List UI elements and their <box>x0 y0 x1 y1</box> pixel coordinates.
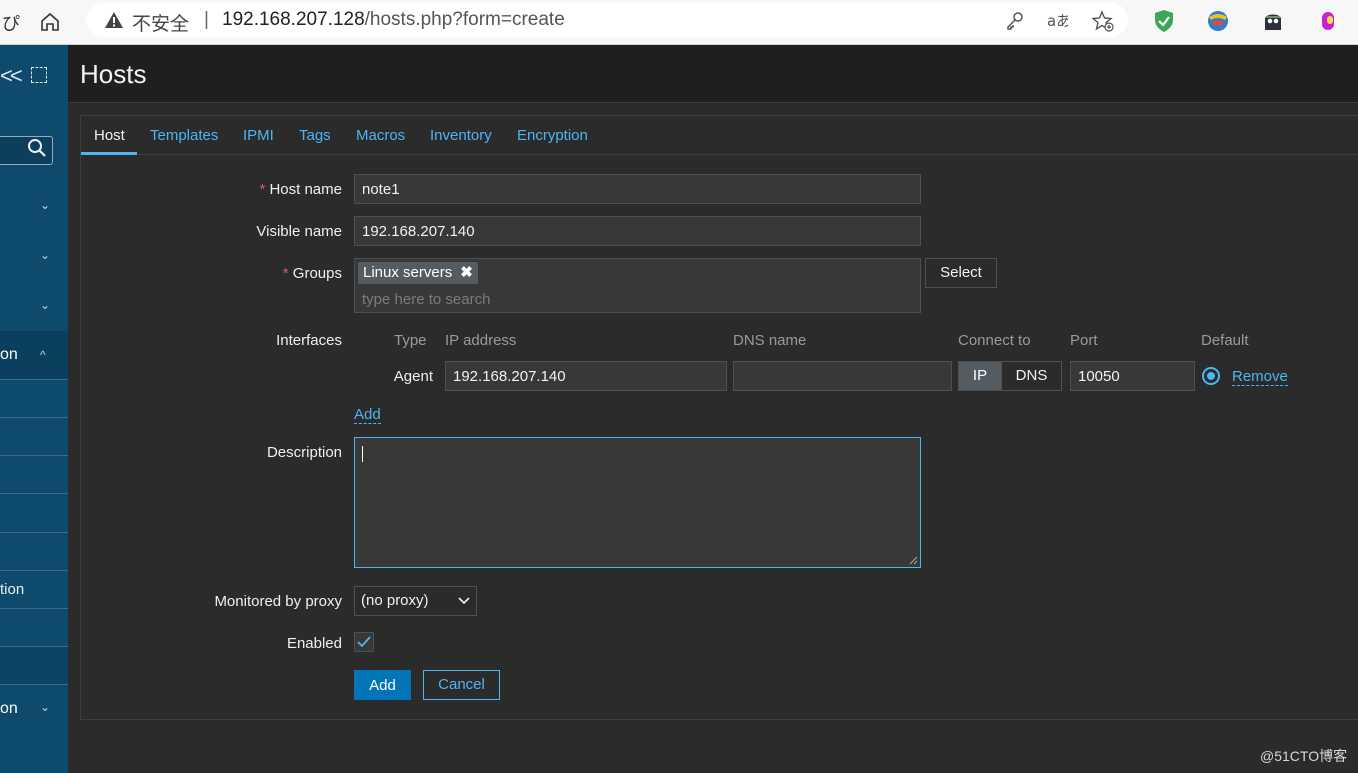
search-icon[interactable] <box>27 138 47 158</box>
sidebar-subitem-label: tion <box>0 581 25 598</box>
col-dns-name: DNS name <box>733 332 807 349</box>
sidebar-subitem[interactable] <box>0 646 68 684</box>
chevron-down-icon[interactable]: ⌄ <box>40 700 50 714</box>
cancel-button[interactable]: Cancel <box>423 670 500 700</box>
tab-encryption[interactable]: Encryption <box>517 127 588 144</box>
col-connect-to: Connect to <box>958 332 1031 349</box>
read-aloud-icon[interactable]: aあ <box>1046 10 1068 32</box>
col-port: Port <box>1070 332 1098 349</box>
add-button[interactable]: Add <box>354 670 411 700</box>
url-separator: | <box>204 9 209 30</box>
enabled-checkbox[interactable] <box>354 632 374 652</box>
sidebar-item-label: on <box>0 700 18 717</box>
col-ip-address: IP address <box>445 332 517 349</box>
page-title: Hosts <box>80 59 147 89</box>
sidebar-subitem[interactable] <box>0 493 68 531</box>
interfaces-label: Interfaces <box>276 332 342 349</box>
host-name-input[interactable] <box>354 174 921 204</box>
groups-search-placeholder[interactable]: type here to search <box>362 291 490 308</box>
chevron-up-icon[interactable]: ^ <box>40 348 46 362</box>
sidebar-subitem[interactable] <box>0 608 68 646</box>
chevron-down-icon <box>458 597 470 605</box>
url-host: 192.168.207.128 <box>222 9 365 30</box>
visible-name-label: Visible name <box>256 223 342 240</box>
home-icon[interactable] <box>36 8 64 36</box>
chevron-down-icon[interactable]: ⌄ <box>40 248 50 262</box>
interface-dns-input[interactable] <box>733 361 952 391</box>
interface-type: Agent <box>393 368 433 385</box>
sidebar: << ⌄ ⌄ ⌄ on ^ tion on ⌄ <box>0 45 68 773</box>
host-form: Host Templates IPMI Tags Macros Inventor… <box>80 115 1358 720</box>
proxy-select[interactable]: (no proxy) <box>354 586 477 616</box>
text-caret <box>362 446 363 462</box>
browser-toolbar: ぴ 不安全 | 192.168.207.128/hosts.php?form=c… <box>0 0 1358 45</box>
proxy-select-value: (no proxy) <box>361 592 429 609</box>
tab-host[interactable]: Host <box>94 127 125 144</box>
tab-macros[interactable]: Macros <box>356 127 405 144</box>
proxy-label: Monitored by proxy <box>214 593 342 610</box>
tab-templates[interactable]: Templates <box>150 127 218 144</box>
svg-text:aあ: aあ <box>1047 12 1068 30</box>
remove-interface-link[interactable]: Remove <box>1232 368 1288 386</box>
visible-name-input[interactable] <box>354 216 921 246</box>
col-type: Type <box>394 332 427 349</box>
watermark: @51CTO博客 <box>1260 748 1348 764</box>
group-chip-label: Linux servers <box>363 264 453 281</box>
interface-ip-input[interactable] <box>445 361 727 391</box>
sidebar-subitem[interactable] <box>0 379 68 417</box>
colorful-extension-icon[interactable] <box>1205 8 1231 34</box>
collapse-sidebar-icon[interactable]: << <box>0 63 23 89</box>
warning-icon <box>105 12 123 28</box>
chevron-down-icon[interactable]: ⌄ <box>40 198 50 212</box>
purple-extension-icon[interactable] <box>1315 8 1341 34</box>
tab-bar: Host Templates IPMI Tags Macros Inventor… <box>81 116 1358 155</box>
ghost-extension-icon[interactable] <box>1260 8 1286 34</box>
tab-tags[interactable]: Tags <box>299 127 331 144</box>
checkmark-icon <box>357 636 371 648</box>
description-label: Description <box>266 444 342 461</box>
back-glyph[interactable]: ぴ <box>2 10 20 36</box>
radio-selected-dot <box>1207 372 1215 380</box>
active-tab-indicator <box>81 152 137 155</box>
resize-handle-icon[interactable] <box>909 556 918 565</box>
host-name-label: * Host name <box>259 181 342 198</box>
connect-dns-toggle[interactable]: DNS <box>1001 361 1062 391</box>
group-chip: Linux servers ✖ <box>358 262 478 284</box>
url-path: /hosts.php?form=create <box>364 9 565 30</box>
page-header: Hosts <box>68 45 1358 103</box>
sidebar-subitem[interactable] <box>0 455 68 493</box>
groups-multiselect[interactable]: Linux servers ✖ type here to search <box>354 258 921 313</box>
col-default: Default <box>1201 332 1249 349</box>
main-content: Hosts Host Templates IPMI Tags Macros In… <box>68 45 1358 773</box>
chevron-down-icon[interactable]: ⌄ <box>40 298 50 312</box>
description-textarea[interactable] <box>354 437 921 568</box>
sidebar-item-label: on <box>0 346 18 363</box>
url-text[interactable]: 192.168.207.128/hosts.php?form=create <box>222 9 565 31</box>
key-icon[interactable] <box>1004 10 1026 32</box>
sidebar-subitem[interactable] <box>0 532 68 570</box>
interface-port-input[interactable] <box>1070 361 1195 391</box>
select-groups-button[interactable]: Select <box>925 258 997 288</box>
security-label: 不安全 <box>132 14 190 35</box>
favorites-icon[interactable] <box>1092 10 1114 32</box>
add-interface-link[interactable]: Add <box>354 406 381 424</box>
connect-ip-toggle[interactable]: IP <box>958 361 1002 391</box>
enabled-label: Enabled <box>286 635 342 652</box>
tab-inventory[interactable]: Inventory <box>430 127 492 144</box>
expand-icon[interactable] <box>31 67 47 83</box>
shield-extension-icon[interactable] <box>1151 8 1177 34</box>
tab-ipmi[interactable]: IPMI <box>243 127 274 144</box>
default-interface-radio[interactable] <box>1202 367 1220 385</box>
sidebar-subitem[interactable] <box>0 417 68 455</box>
close-icon[interactable]: ✖ <box>460 264 473 281</box>
groups-label: * Groups <box>282 265 342 282</box>
address-bar[interactable]: 不安全 | 192.168.207.128/hosts.php?form=cre… <box>86 3 1128 37</box>
